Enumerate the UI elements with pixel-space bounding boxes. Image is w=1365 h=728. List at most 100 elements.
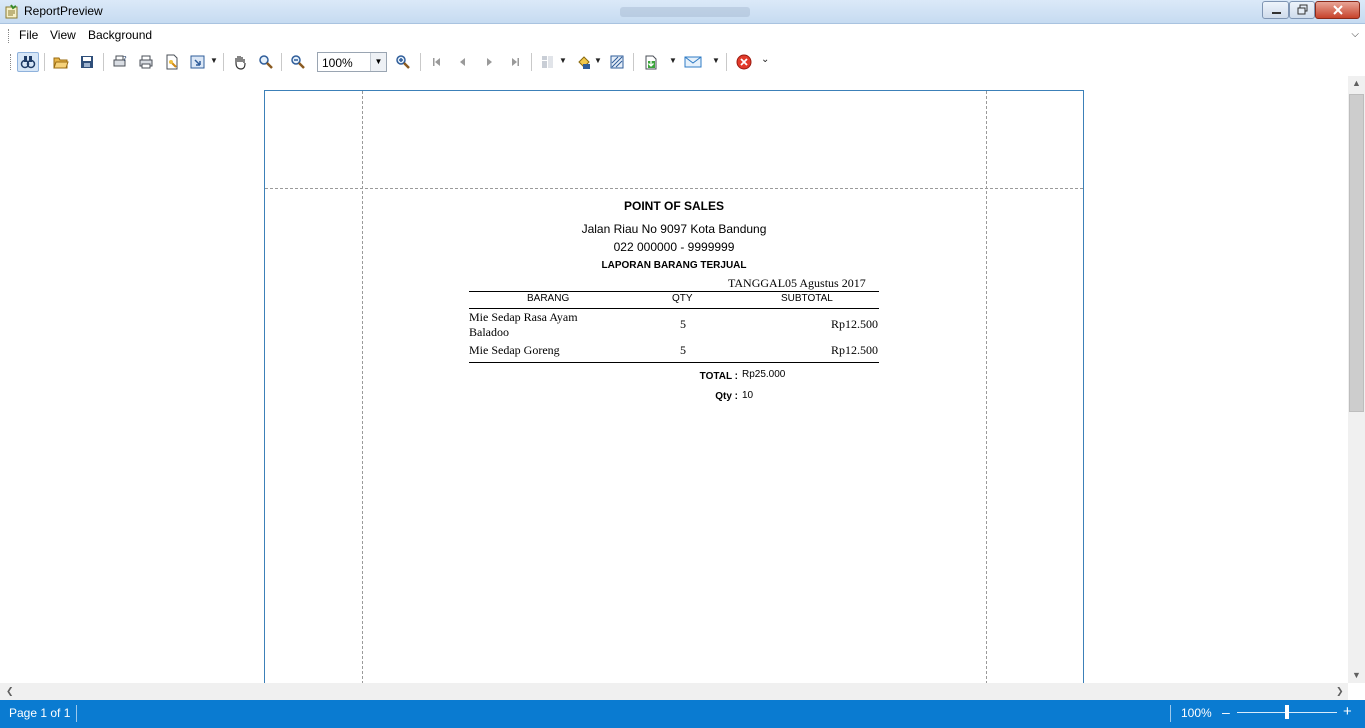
save-icon	[81, 56, 93, 68]
print-setup-icon: ?	[113, 55, 127, 67]
multiple-pages-icon	[542, 56, 553, 68]
fill-color-icon	[578, 56, 590, 69]
report-title: POINT OF SALES	[623, 199, 724, 213]
chevron-down-icon[interactable]: ⌄	[761, 54, 769, 65]
toolbar-separator	[223, 53, 224, 71]
status-bar: Page 1 of 1 100% – +	[0, 700, 1365, 728]
scroll-right-icon[interactable]: ❯	[1336, 686, 1344, 697]
scale-button[interactable]	[187, 52, 209, 72]
margin-guide-left	[362, 91, 363, 683]
toolbar-separator	[420, 53, 421, 71]
export-button[interactable]	[640, 52, 662, 72]
report-date: TANGGAL05 Agustus 2017	[728, 276, 866, 291]
margin-guide-top	[265, 188, 1083, 189]
qty-label: Qty :	[715, 391, 738, 402]
scroll-left-icon[interactable]: ❮	[6, 686, 14, 697]
toolbar-separator	[726, 53, 727, 71]
find-button[interactable]	[17, 52, 39, 72]
next-page-button[interactable]	[478, 52, 500, 72]
chevron-down-icon[interactable]: ▼	[210, 56, 218, 65]
fill-color-button[interactable]	[573, 52, 595, 72]
horizontal-scrollbar[interactable]	[0, 683, 1348, 700]
print-icon	[139, 55, 153, 69]
menu-view[interactable]: View	[50, 28, 76, 42]
minimize-icon	[1272, 12, 1281, 14]
save-button[interactable]	[76, 52, 98, 72]
column-header-qty: QTY	[672, 293, 693, 304]
qty-total-value: 10	[742, 390, 754, 401]
toolbar-separator	[531, 53, 532, 71]
menu-background[interactable]: Background	[88, 28, 152, 42]
previous-page-button[interactable]	[452, 52, 474, 72]
window-title: ReportPreview	[24, 4, 103, 18]
restore-button[interactable]	[1289, 1, 1315, 19]
scroll-up-icon[interactable]: ▲	[1352, 78, 1361, 88]
close-window-button[interactable]	[1315, 1, 1360, 19]
status-separator	[1170, 705, 1171, 722]
zoom-combobox[interactable]: 100% ▼	[317, 52, 387, 72]
zoom-out-button[interactable]	[287, 52, 309, 72]
menu-file[interactable]: File	[19, 28, 38, 42]
page-info: Page 1 of 1	[9, 706, 71, 720]
hand-tool-icon	[235, 56, 246, 70]
export-icon	[645, 55, 657, 70]
row-1-subtotal: Rp12.500	[830, 317, 878, 331]
watermark-button[interactable]	[606, 52, 628, 72]
scroll-down-icon[interactable]: ▼	[1352, 670, 1361, 680]
watermark-icon	[610, 55, 624, 69]
email-icon	[684, 56, 702, 68]
date-label: TANGGAL	[728, 276, 786, 290]
open-button[interactable]	[50, 52, 72, 72]
vertical-scrollbar-thumb[interactable]	[1349, 94, 1364, 412]
close-icon	[1333, 5, 1343, 15]
row-1-qty: 5	[680, 317, 686, 331]
hand-tool-button[interactable]	[229, 52, 251, 72]
previous-page-icon	[460, 58, 465, 66]
chevron-down-icon[interactable]: ▼	[370, 53, 386, 71]
page-setup-button[interactable]	[161, 52, 183, 72]
table-top-rule	[469, 291, 879, 292]
menu-bar: File View Background ⌵	[0, 25, 1365, 47]
chevron-down-icon[interactable]: ▼	[712, 56, 720, 65]
magnifier-button[interactable]	[255, 52, 277, 72]
date-value: 05 Agustus 2017	[785, 276, 866, 290]
toolbar-separator	[633, 53, 634, 71]
zoom-combobox-value: 100%	[322, 56, 353, 70]
last-page-button[interactable]	[504, 52, 526, 72]
zoom-slider-thumb[interactable]	[1285, 705, 1289, 719]
minimize-button[interactable]	[1262, 1, 1289, 19]
table-bottom-rule	[469, 362, 879, 363]
report-subtitle: LAPORAN BARANG TERJUAL	[601, 260, 747, 271]
restore-icon	[1297, 4, 1308, 15]
chevron-down-icon[interactable]: ▼	[559, 56, 567, 65]
report-phone: 022 000000 - 9999999	[613, 240, 735, 254]
total-label: TOTAL :	[699, 371, 738, 382]
toolbar-separator	[281, 53, 282, 71]
row-2-item-line1: Mie Sedap Goreng	[469, 343, 560, 357]
title-bar: ReportPreview	[0, 0, 1365, 24]
print-button[interactable]	[135, 52, 157, 72]
zoom-plus-icon[interactable]: +	[1343, 703, 1352, 720]
print-setup-button[interactable]: ?	[109, 52, 131, 72]
chevron-down-icon[interactable]: ▼	[669, 56, 677, 65]
toolbar-separator	[103, 53, 104, 71]
zoom-out-icon	[291, 55, 305, 69]
multiple-pages-button[interactable]	[537, 52, 559, 72]
zoom-minus-icon[interactable]: –	[1222, 704, 1230, 720]
zoom-in-button[interactable]	[392, 52, 414, 72]
row-2-subtotal: Rp12.500	[830, 343, 878, 357]
email-button[interactable]	[682, 52, 704, 72]
close-preview-button[interactable]	[733, 52, 755, 72]
row-1-item-line2: Baladoo	[469, 325, 509, 339]
preview-viewport: POINT OF SALES Jalan Riau No 9097 Kota B…	[0, 76, 1348, 683]
margin-guide-right	[986, 91, 987, 683]
first-page-button[interactable]	[426, 52, 448, 72]
chevron-down-icon[interactable]: ⌵	[1351, 29, 1359, 40]
status-zoom-percent: 100%	[1181, 706, 1212, 720]
search-icon	[20, 56, 36, 69]
report-app-icon	[5, 4, 18, 19]
chevron-down-icon[interactable]: ▼	[594, 56, 602, 65]
blurred-title-text	[620, 7, 750, 17]
status-separator	[76, 705, 77, 722]
table-header-rule	[469, 308, 879, 309]
